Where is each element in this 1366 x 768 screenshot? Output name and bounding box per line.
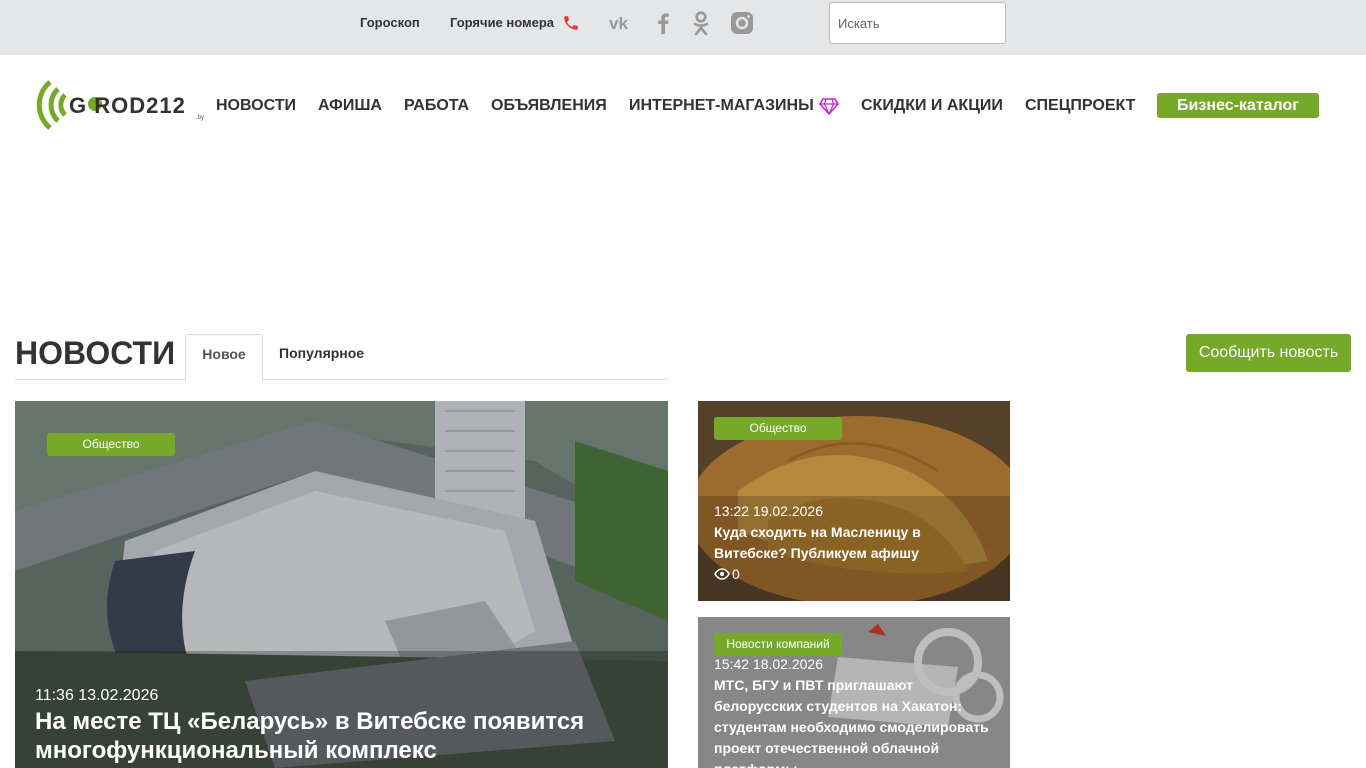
nav-item-special-project[interactable]: Спецпроект	[1025, 97, 1135, 115]
tabs-divider	[15, 379, 668, 380]
nav-item-discounts[interactable]: Скидки и акции	[861, 97, 1003, 115]
news-card[interactable]: Новости компаний 15:42 18.02.2026 МТС, Б…	[698, 617, 1010, 768]
news-card-main[interactable]: Общество 11:36 13.02.2026 На месте ТЦ «Б…	[15, 401, 668, 768]
hot-numbers-link[interactable]: Горячие номера	[450, 15, 554, 30]
vk-icon[interactable]: vk	[608, 9, 636, 37]
facebook-icon[interactable]	[650, 9, 678, 37]
news-time: 13:22 19.02.2026	[714, 503, 823, 519]
svg-text:vk: vk	[609, 14, 628, 33]
news-time: 11:36 13.02.2026	[35, 687, 159, 704]
category-badge[interactable]: Общество	[47, 433, 175, 456]
nav-item-news[interactable]: Новости	[216, 97, 296, 115]
eye-icon	[714, 568, 730, 580]
odnoklassniki-icon[interactable]	[687, 9, 715, 37]
top-bar: Гороскоп Горячие номера vk	[0, 0, 1366, 55]
instagram-icon[interactable]	[728, 9, 756, 37]
tab-new[interactable]: Новое	[185, 334, 263, 381]
category-badge[interactable]: Общество	[714, 417, 842, 440]
phone-icon	[564, 16, 578, 30]
nav-item-online-shops[interactable]: Интернет-магазины	[629, 97, 814, 115]
search-input[interactable]	[829, 2, 1006, 44]
tab-popular[interactable]: Популярное	[279, 345, 364, 361]
news-title[interactable]: Куда сходить на Масленицу в Витебске? Пу…	[714, 522, 974, 564]
news-title[interactable]: На месте ТЦ «Беларусь» в Витебске появит…	[35, 707, 635, 765]
nav-item-ads[interactable]: Объявления	[491, 97, 607, 115]
report-news-button[interactable]: Сообщить новость	[1186, 334, 1351, 372]
diamond-icon	[819, 98, 839, 115]
nav-item-jobs[interactable]: Работа	[404, 97, 469, 115]
business-catalog-button[interactable]: Бизнес-каталог	[1157, 93, 1319, 118]
category-badge[interactable]: Новости компаний	[714, 633, 842, 656]
nav-item-afisha[interactable]: Афиша	[318, 97, 382, 115]
views-count: 0	[732, 566, 740, 582]
news-card[interactable]: Общество 13:22 19.02.2026 Куда сходить н…	[698, 401, 1010, 601]
horoscope-link[interactable]: Гороскоп	[360, 15, 420, 30]
section-title: НОВОСТИ	[15, 335, 176, 371]
logo-text: G ROD212	[69, 93, 186, 118]
news-title[interactable]: МТС, БГУ и ПВТ приглашают белорусских ст…	[714, 675, 999, 768]
news-time: 15:42 18.02.2026	[714, 656, 823, 672]
logo-suffix: .by	[196, 115, 205, 121]
